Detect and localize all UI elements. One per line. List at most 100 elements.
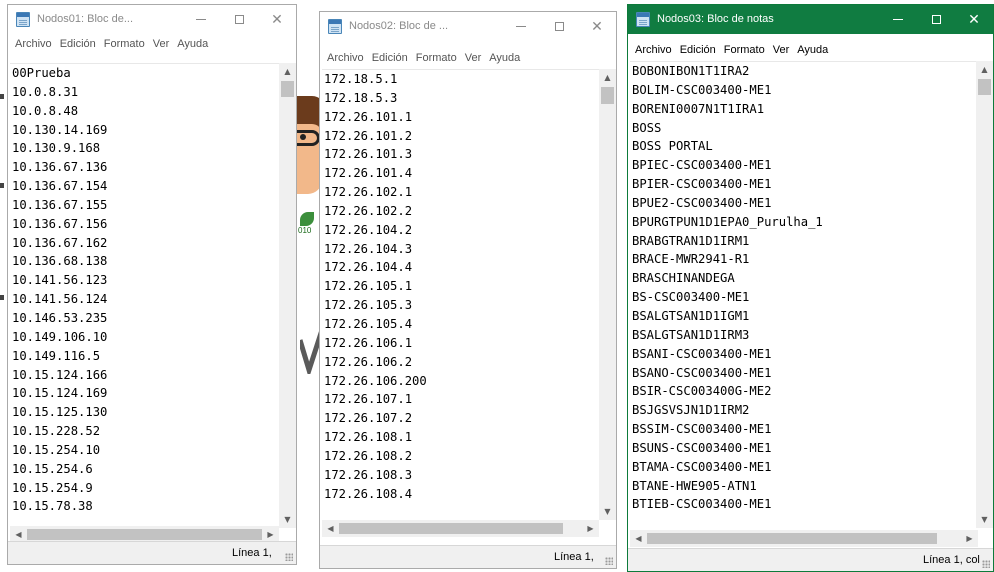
menu-bar: Archivo Edición Formato Ver Ayuda: [8, 34, 296, 54]
text-line: 172.26.108.2: [324, 448, 413, 463]
scroll-left-arrow-icon[interactable]: ◀: [630, 530, 647, 547]
text-line: 10.136.67.154: [12, 179, 108, 194]
scroll-right-arrow-icon[interactable]: ▶: [582, 520, 599, 537]
background-mark: [0, 295, 4, 300]
text-line: 172.26.101.3: [324, 147, 413, 162]
menu-edicion[interactable]: Edición: [678, 44, 722, 56]
text-line: 172.26.105.3: [324, 298, 413, 313]
text-line: 10.0.8.31: [12, 84, 79, 99]
text-line: 10.15.125.130: [12, 405, 108, 420]
scroll-left-arrow-icon[interactable]: ◀: [322, 520, 339, 537]
vertical-scrollbar[interactable]: ▲ ▼: [279, 63, 296, 528]
minimize-icon: [893, 19, 903, 20]
scroll-down-arrow-icon[interactable]: ▼: [279, 511, 296, 528]
resize-grip-icon[interactable]: [285, 553, 293, 561]
notepad-window-nodos03[interactable]: Nodos03: Bloc de notas ✕ Archivo Edición…: [627, 4, 994, 572]
menu-ayuda[interactable]: Ayuda: [487, 52, 526, 64]
title-bar[interactable]: Nodos02: Bloc de ... ✕: [320, 12, 616, 41]
maximize-icon: [554, 22, 564, 31]
close-button[interactable]: ✕: [955, 5, 993, 34]
text-line: 10.136.67.136: [12, 160, 108, 175]
text-line: BORENI0007N1T1IRA1: [632, 101, 765, 116]
minimize-button[interactable]: [502, 12, 540, 41]
menu-ver[interactable]: Ver: [151, 38, 176, 50]
text-line: 172.26.101.1: [324, 109, 413, 124]
text-line: 10.146.53.235: [12, 310, 108, 325]
text-line: 172.26.102.2: [324, 203, 413, 218]
text-line: BRABGTRAN1D1IRM1: [632, 233, 750, 248]
text-editor[interactable]: BOBONIBON1T1IRA2 BOLIM-CSC003400-ME1 BOREN…: [630, 61, 980, 528]
minimize-button[interactable]: [879, 5, 917, 34]
menu-edicion[interactable]: Edición: [58, 38, 102, 50]
minimize-button[interactable]: [182, 5, 220, 34]
status-line-col: Línea 1,: [554, 551, 594, 563]
text-line: 172.26.108.1: [324, 430, 413, 445]
scroll-thumb[interactable]: [281, 81, 294, 97]
scroll-up-arrow-icon[interactable]: ▲: [279, 63, 296, 80]
menu-archivo[interactable]: Archivo: [633, 44, 678, 56]
menu-edicion[interactable]: Edición: [370, 52, 414, 64]
scroll-down-arrow-icon[interactable]: ▼: [599, 503, 616, 520]
notepad-window-nodos01[interactable]: Nodos01: Bloc de... ✕ Archivo Edición Fo…: [7, 4, 297, 565]
text-editor[interactable]: 172.18.5.1 172.18.5.3 172.26.101.1 172.26.1…: [322, 69, 601, 513]
menu-bar: Archivo Edición Formato Ver Ayuda: [320, 48, 616, 68]
text-line: 10.149.106.10: [12, 329, 108, 344]
menu-formato[interactable]: Formato: [102, 38, 151, 50]
vertical-scrollbar[interactable]: ▲ ▼: [599, 69, 616, 520]
menu-formato[interactable]: Formato: [722, 44, 771, 56]
close-button[interactable]: ✕: [258, 5, 296, 34]
scroll-down-arrow-icon[interactable]: ▼: [976, 511, 993, 528]
scroll-up-arrow-icon[interactable]: ▲: [976, 61, 993, 78]
menu-archivo[interactable]: Archivo: [325, 52, 370, 64]
vertical-scrollbar[interactable]: ▲ ▼: [976, 61, 993, 528]
scroll-thumb[interactable]: [339, 523, 563, 534]
text-line: BSJGSVSJN1D1IRM2: [632, 403, 750, 418]
scroll-thumb[interactable]: [27, 529, 262, 540]
text-line: 172.26.104.2: [324, 222, 413, 237]
text-line: 172.26.106.2: [324, 354, 413, 369]
menu-archivo[interactable]: Archivo: [13, 38, 58, 50]
scroll-right-arrow-icon[interactable]: ▶: [961, 530, 978, 547]
menu-ver[interactable]: Ver: [463, 52, 488, 64]
text-line: 10.141.56.123: [12, 273, 108, 288]
menu-ayuda[interactable]: Ayuda: [175, 38, 214, 50]
maximize-button[interactable]: [220, 5, 258, 34]
horizontal-scrollbar[interactable]: ◀ ▶: [630, 530, 978, 547]
notepad-icon: [328, 19, 342, 34]
status-bar: Línea 1,: [320, 545, 616, 568]
text-line: BSIR-CSC003400G-ME2: [632, 384, 772, 399]
horizontal-scrollbar[interactable]: ◀ ▶: [322, 520, 599, 537]
text-line: BSANO-CSC003400-ME1: [632, 365, 772, 380]
maximize-icon: [234, 15, 244, 24]
text-line: 172.18.5.1: [324, 72, 398, 86]
menu-ver[interactable]: Ver: [771, 44, 796, 56]
scroll-thumb[interactable]: [647, 533, 937, 544]
scroll-up-arrow-icon[interactable]: ▲: [599, 69, 616, 86]
menu-formato[interactable]: Formato: [414, 52, 463, 64]
close-icon: ✕: [591, 18, 603, 35]
close-icon: ✕: [271, 11, 283, 28]
text-editor[interactable]: 00Prueba 10.0.8.31 10.0.8.48 10.130.14.169 1…: [10, 63, 281, 528]
notepad-window-nodos02[interactable]: Nodos02: Bloc de ... ✕ Archivo Edición F…: [319, 11, 617, 569]
text-line: BPIER-CSC003400-ME1: [632, 177, 772, 192]
menu-ayuda[interactable]: Ayuda: [795, 44, 834, 56]
resize-grip-icon[interactable]: [605, 557, 613, 565]
text-line: 172.26.104.4: [324, 260, 413, 275]
title-bar[interactable]: Nodos03: Bloc de notas ✕: [628, 5, 993, 34]
text-line: 172.18.5.3: [324, 90, 398, 105]
resize-grip-icon[interactable]: [982, 560, 990, 568]
close-button[interactable]: ✕: [578, 12, 616, 41]
maximize-button[interactable]: [917, 5, 955, 34]
text-line: BTIEB-CSC003400-ME1: [632, 497, 772, 512]
text-line: BSALGTSAN1D1IRM3: [632, 327, 750, 342]
text-line: BOBONIBON1T1IRA2: [632, 64, 750, 78]
text-line: 172.26.101.4: [324, 166, 413, 181]
text-line: BS-CSC003400-ME1: [632, 290, 750, 305]
scroll-thumb[interactable]: [978, 79, 991, 95]
text-line: BRASCHINANDEGA: [632, 271, 735, 286]
text-line: 172.26.105.1: [324, 279, 413, 294]
scroll-thumb[interactable]: [601, 87, 614, 104]
maximize-button[interactable]: [540, 12, 578, 41]
title-bar[interactable]: Nodos01: Bloc de... ✕: [8, 5, 296, 34]
maximize-icon: [931, 15, 941, 24]
